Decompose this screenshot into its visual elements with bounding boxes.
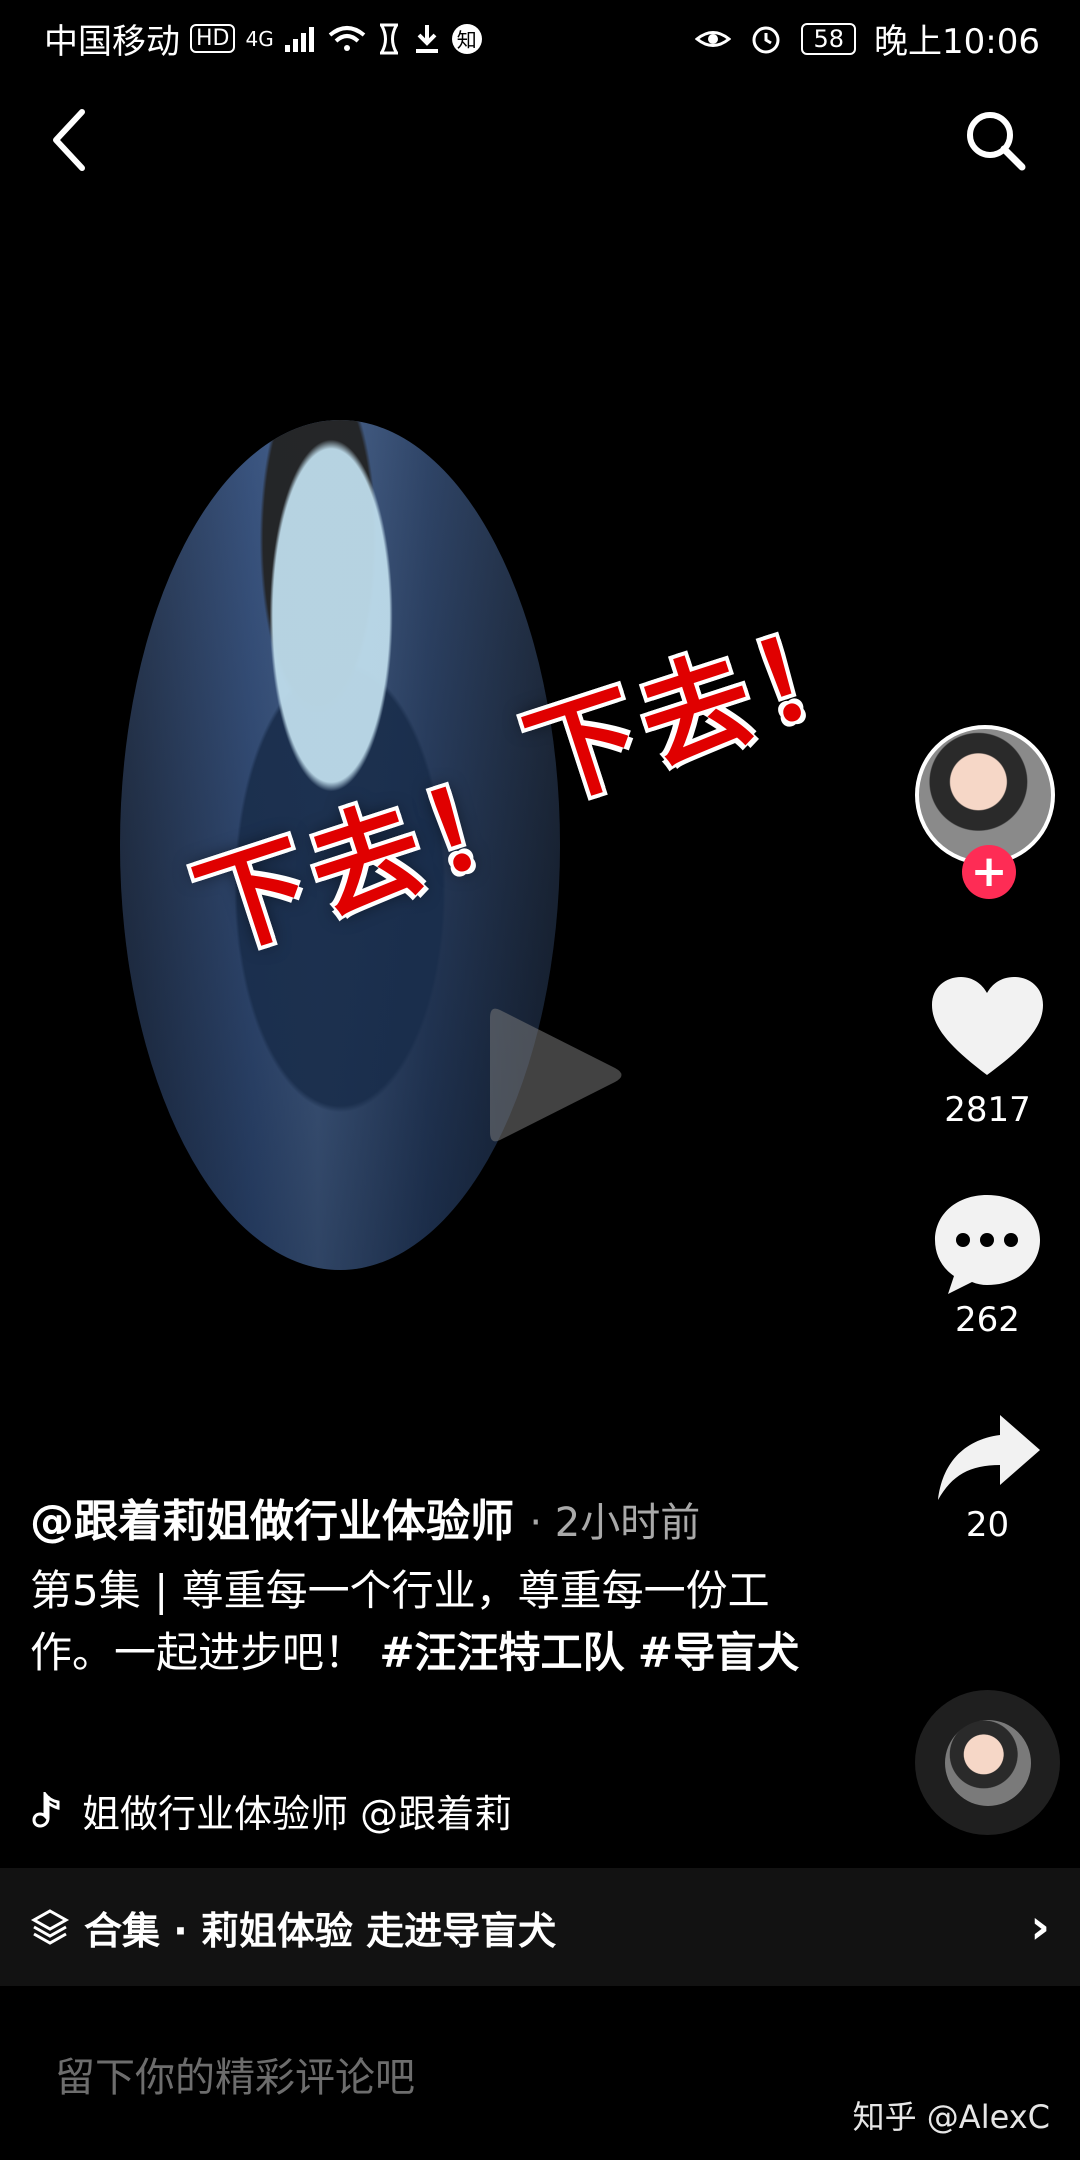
wifi-icon <box>328 25 365 51</box>
watermark: 知乎 @AlexC <box>852 2098 1050 2136</box>
like-count: 2817 <box>944 1090 1031 1130</box>
back-icon[interactable] <box>40 100 100 180</box>
post-time: · 2小时前 <box>529 1500 701 1546</box>
caption-text: 第5集 | 尊重每一个行业，尊重每一份工作。一起进步吧！ #汪汪特工队 #导盲犬 <box>30 1560 800 1684</box>
music-note-icon <box>32 1791 60 1828</box>
play-icon[interactable] <box>470 990 640 1160</box>
hourglass-icon <box>379 23 398 54</box>
share-count: 20 <box>965 1505 1010 1545</box>
chevron-right-icon[interactable]: › <box>1030 1899 1050 1955</box>
carrier-label: 中国移动 <box>44 22 180 62</box>
hd-badge: HD <box>190 24 236 53</box>
battery-icon: 58 <box>801 22 857 55</box>
download-icon <box>415 24 438 53</box>
alarm-icon <box>752 26 780 53</box>
clock: 晚上10:06 <box>874 22 1040 62</box>
status-right: 58 晚上10:06 <box>695 14 1040 63</box>
caption-header: @跟着莉姐做行业体验师 · 2小时前 <box>30 1485 700 1549</box>
follow-button[interactable]: + <box>962 845 1016 899</box>
signal-icon <box>284 26 314 52</box>
music-row[interactable]: 姐做行业体验师 @跟着莉 <box>30 1783 602 1838</box>
share-icon[interactable] <box>930 1405 1045 1515</box>
hashtag-1[interactable]: #汪汪特工队 <box>379 1628 624 1677</box>
music-disc[interactable] <box>915 1690 1060 1835</box>
hashtag-2[interactable]: #导盲犬 <box>638 1628 799 1677</box>
network-label: 4G <box>245 26 274 51</box>
author-username[interactable]: @跟着莉姐做行业体验师 <box>30 1496 514 1547</box>
layers-icon <box>30 1909 70 1945</box>
collection-left: 合集 · 莉姐体验 走进导盲犬 <box>30 1900 556 1955</box>
collection-label: 合集 · 莉姐体验 走进导盲犬 <box>84 1908 557 1953</box>
disc-avatar <box>944 1719 1031 1806</box>
music-marquee: 姐做行业体验师 @跟着莉 <box>82 1792 513 1836</box>
comment-count: 262 <box>955 1300 1020 1340</box>
status-left: 中国移动 HD 4G 知 <box>44 14 482 63</box>
comment-input[interactable]: 留下你的精彩评论吧 <box>55 2045 415 2103</box>
comment-icon[interactable] <box>930 1190 1045 1300</box>
collection-bar[interactable]: 合集 · 莉姐体验 走进导盲犬 › <box>0 1868 1080 1986</box>
zhihu-badge: 知 <box>451 23 482 54</box>
status-bar: 中国移动 HD 4G 知 58 晚上10:06 <box>0 0 1080 72</box>
overlay-text-2: 下去！ <box>511 592 889 826</box>
author-avatar[interactable] <box>915 725 1055 865</box>
eye-icon <box>695 30 732 47</box>
search-icon[interactable] <box>960 105 1030 175</box>
like-icon[interactable] <box>930 975 1045 1080</box>
